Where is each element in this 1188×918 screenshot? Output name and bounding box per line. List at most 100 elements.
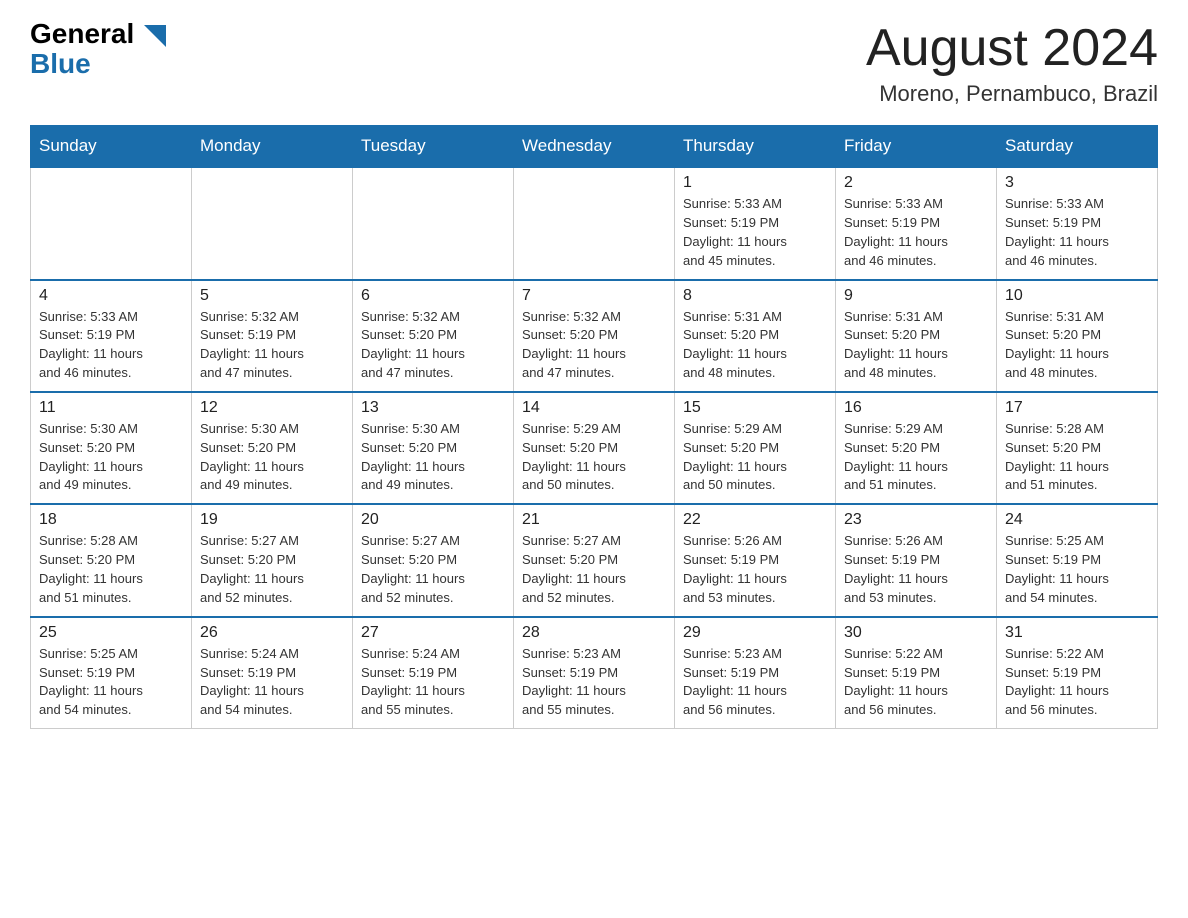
calendar-cell: 7 Sunrise: 5:32 AMSunset: 5:20 PMDaylight… (514, 280, 675, 392)
calendar-cell: 23Sunrise: 5:26 AMSunset: 5:19 PMDayligh… (836, 504, 997, 616)
day-info: Sunrise: 5:23 AMSunset: 5:19 PMDaylight:… (683, 645, 827, 720)
day-number: 30 (844, 624, 988, 642)
day-number: 5 (200, 287, 344, 305)
day-number: 15 (683, 399, 827, 417)
day-number: 10 (1005, 287, 1149, 305)
calendar-cell: 29 Sunrise: 5:23 AMSunset: 5:19 PMDayligh… (675, 617, 836, 729)
day-info: Sunrise: 5:28 AMSunset: 5:20 PMDaylight:… (39, 532, 183, 607)
day-info: Sunrise: 5:22 AMSunset: 5:19 PMDaylight:… (1005, 645, 1149, 720)
day-info: Sunrise: 5:25 AMSunset: 5:19 PMDaylight:… (39, 645, 183, 720)
day-info: Sunrise: 5:33 AMSunset: 5:19 PMDaylight:… (844, 195, 988, 270)
calendar-cell (192, 167, 353, 279)
title-block: August 2024 Moreno, Pernambuco, Brazil (866, 20, 1158, 107)
calendar-cell: 9 Sunrise: 5:31 AMSunset: 5:20 PMDaylight… (836, 280, 997, 392)
day-info: Sunrise: 5:29 AMSunset: 5:20 PMDaylight:… (844, 420, 988, 495)
weekday-header-monday: Monday (192, 126, 353, 168)
calendar-cell: 21 Sunrise: 5:27 AMSunset: 5:20 PMDayligh… (514, 504, 675, 616)
day-info: Sunrise: 5:24 AMSunset: 5:19 PMDaylight:… (361, 645, 505, 720)
logo-triangle-icon (144, 25, 166, 47)
calendar-cell: 20 Sunrise: 5:27 AMSunset: 5:20 PMDayligh… (353, 504, 514, 616)
day-info: Sunrise: 5:32 AMSunset: 5:20 PMDaylight:… (522, 308, 666, 383)
calendar-cell: 1 Sunrise: 5:33 AMSunset: 5:19 PMDaylight… (675, 167, 836, 279)
calendar-cell (353, 167, 514, 279)
calendar-cell: 17 Sunrise: 5:28 AMSunset: 5:20 PMDayligh… (997, 392, 1158, 504)
day-info: Sunrise: 5:27 AMSunset: 5:20 PMDaylight:… (361, 532, 505, 607)
calendar-table: SundayMondayTuesdayWednesdayThursdayFrid… (30, 125, 1158, 729)
calendar-cell: 16Sunrise: 5:29 AMSunset: 5:20 PMDayligh… (836, 392, 997, 504)
day-info: Sunrise: 5:31 AMSunset: 5:20 PMDaylight:… (844, 308, 988, 383)
day-number: 7 (522, 287, 666, 305)
day-info: Sunrise: 5:30 AMSunset: 5:20 PMDaylight:… (200, 420, 344, 495)
calendar-cell: 18 Sunrise: 5:28 AMSunset: 5:20 PMDayligh… (31, 504, 192, 616)
day-number: 4 (39, 287, 183, 305)
day-number: 3 (1005, 174, 1149, 192)
day-number: 24 (1005, 511, 1149, 529)
calendar-cell: 22Sunrise: 5:26 AMSunset: 5:19 PMDayligh… (675, 504, 836, 616)
month-title: August 2024 (866, 20, 1158, 77)
calendar-cell: 26 Sunrise: 5:24 AMSunset: 5:19 PMDayligh… (192, 617, 353, 729)
day-number: 9 (844, 287, 988, 305)
week-row-3: 11Sunrise: 5:30 AMSunset: 5:20 PMDayligh… (31, 392, 1158, 504)
day-info: Sunrise: 5:31 AMSunset: 5:20 PMDaylight:… (683, 308, 827, 383)
location-title: Moreno, Pernambuco, Brazil (866, 81, 1158, 107)
calendar-cell: 30 Sunrise: 5:22 AMSunset: 5:19 PMDayligh… (836, 617, 997, 729)
day-number: 1 (683, 174, 827, 192)
calendar-cell: 13Sunrise: 5:30 AMSunset: 5:20 PMDayligh… (353, 392, 514, 504)
day-info: Sunrise: 5:30 AMSunset: 5:20 PMDaylight:… (361, 420, 505, 495)
calendar-cell: 6Sunrise: 5:32 AMSunset: 5:20 PMDaylight… (353, 280, 514, 392)
day-number: 18 (39, 511, 183, 529)
calendar-header-row: SundayMondayTuesdayWednesdayThursdayFrid… (31, 126, 1158, 168)
day-number: 19 (200, 511, 344, 529)
day-number: 14 (522, 399, 666, 417)
day-info: Sunrise: 5:25 AMSunset: 5:19 PMDaylight:… (1005, 532, 1149, 607)
calendar-cell: 5 Sunrise: 5:32 AMSunset: 5:19 PMDaylight… (192, 280, 353, 392)
day-number: 27 (361, 624, 505, 642)
weekday-header-friday: Friday (836, 126, 997, 168)
day-number: 31 (1005, 624, 1149, 642)
calendar-cell: 27 Sunrise: 5:24 AMSunset: 5:19 PMDayligh… (353, 617, 514, 729)
day-info: Sunrise: 5:22 AMSunset: 5:19 PMDaylight:… (844, 645, 988, 720)
weekday-header-saturday: Saturday (997, 126, 1158, 168)
weekday-header-wednesday: Wednesday (514, 126, 675, 168)
day-number: 12 (200, 399, 344, 417)
day-info: Sunrise: 5:24 AMSunset: 5:19 PMDaylight:… (200, 645, 344, 720)
logo-general-text: General (30, 18, 134, 49)
day-info: Sunrise: 5:33 AMSunset: 5:19 PMDaylight:… (1005, 195, 1149, 270)
day-info: Sunrise: 5:30 AMSunset: 5:20 PMDaylight:… (39, 420, 183, 495)
day-info: Sunrise: 5:27 AMSunset: 5:20 PMDaylight:… (200, 532, 344, 607)
calendar-cell (514, 167, 675, 279)
calendar-cell: 24 Sunrise: 5:25 AMSunset: 5:19 PMDayligh… (997, 504, 1158, 616)
day-info: Sunrise: 5:29 AMSunset: 5:20 PMDaylight:… (522, 420, 666, 495)
calendar-cell: 11Sunrise: 5:30 AMSunset: 5:20 PMDayligh… (31, 392, 192, 504)
day-number: 22 (683, 511, 827, 529)
calendar-cell: 15 Sunrise: 5:29 AMSunset: 5:20 PMDayligh… (675, 392, 836, 504)
day-number: 21 (522, 511, 666, 529)
logo-blue-text: Blue (30, 48, 91, 80)
calendar-cell: 2Sunrise: 5:33 AMSunset: 5:19 PMDaylight… (836, 167, 997, 279)
day-number: 28 (522, 624, 666, 642)
calendar-cell: 25 Sunrise: 5:25 AMSunset: 5:19 PMDayligh… (31, 617, 192, 729)
week-row-1: 1 Sunrise: 5:33 AMSunset: 5:19 PMDaylight… (31, 167, 1158, 279)
day-info: Sunrise: 5:28 AMSunset: 5:20 PMDaylight:… (1005, 420, 1149, 495)
week-row-2: 4 Sunrise: 5:33 AMSunset: 5:19 PMDaylight… (31, 280, 1158, 392)
calendar-cell: 28Sunrise: 5:23 AMSunset: 5:19 PMDayligh… (514, 617, 675, 729)
day-info: Sunrise: 5:29 AMSunset: 5:20 PMDaylight:… (683, 420, 827, 495)
calendar-cell: 4 Sunrise: 5:33 AMSunset: 5:19 PMDaylight… (31, 280, 192, 392)
day-info: Sunrise: 5:31 AMSunset: 5:20 PMDaylight:… (1005, 308, 1149, 383)
calendar-cell: 19 Sunrise: 5:27 AMSunset: 5:20 PMDayligh… (192, 504, 353, 616)
day-number: 20 (361, 511, 505, 529)
day-number: 23 (844, 511, 988, 529)
logo: General Blue (30, 20, 166, 80)
day-number: 26 (200, 624, 344, 642)
day-number: 29 (683, 624, 827, 642)
day-info: Sunrise: 5:32 AMSunset: 5:19 PMDaylight:… (200, 308, 344, 383)
page-header: General Blue August 2024 Moreno, Pernamb… (30, 20, 1158, 107)
calendar-cell: 3 Sunrise: 5:33 AMSunset: 5:19 PMDaylight… (997, 167, 1158, 279)
day-info: Sunrise: 5:33 AMSunset: 5:19 PMDaylight:… (39, 308, 183, 383)
calendar-cell: 14 Sunrise: 5:29 AMSunset: 5:20 PMDayligh… (514, 392, 675, 504)
day-number: 17 (1005, 399, 1149, 417)
day-info: Sunrise: 5:27 AMSunset: 5:20 PMDaylight:… (522, 532, 666, 607)
day-number: 25 (39, 624, 183, 642)
day-info: Sunrise: 5:33 AMSunset: 5:19 PMDaylight:… (683, 195, 827, 270)
week-row-5: 25 Sunrise: 5:25 AMSunset: 5:19 PMDayligh… (31, 617, 1158, 729)
